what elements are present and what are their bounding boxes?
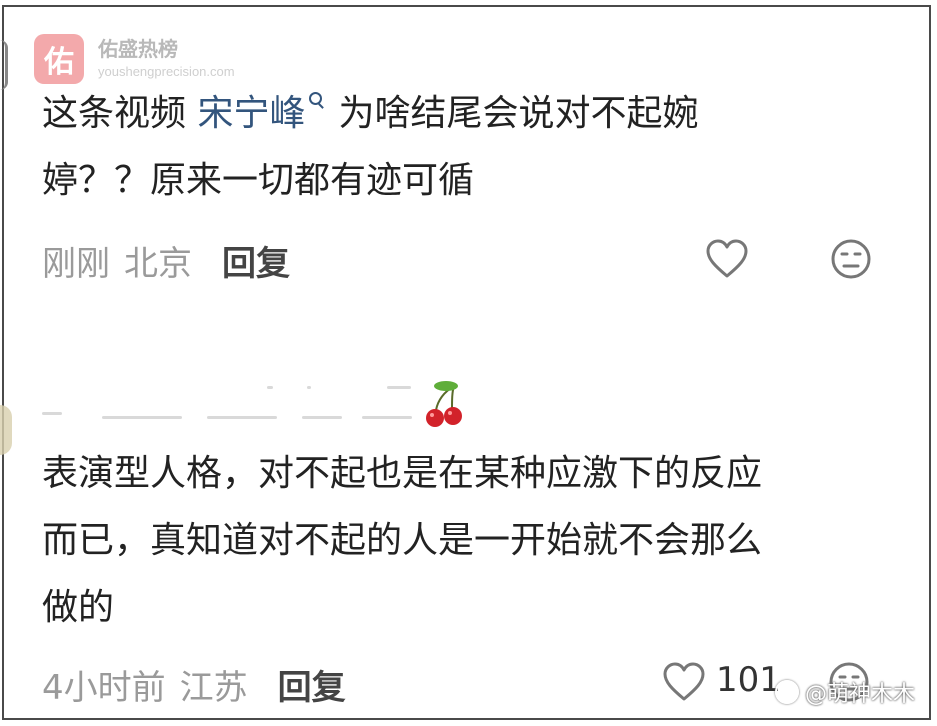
comment-1-time: 刚刚 [42, 244, 110, 284]
cherry-icon [422, 380, 466, 434]
watermark-url: youshengprecision.com [98, 64, 235, 80]
watermark-logo-icon [775, 680, 799, 704]
comment-1-line2: 婷？？原来一切都有迹可循 [42, 160, 475, 201]
comment-2-text: 表演型人格，对不起也是在某种应激下的反应 而已，真知道对不起的人是一开始就不会那… [42, 440, 902, 641]
source-watermark: 佑 佑盛热榜 youshengprecision.com [34, 34, 235, 84]
avatar-edge-2 [0, 405, 12, 455]
comment-2-line1: 表演型人格，对不起也是在某种应激下的反应 [42, 453, 763, 494]
footer-watermark: @萌神木木 [775, 676, 915, 708]
comment-1-reply-button[interactable]: 回复 [222, 236, 290, 285]
comment-1-text-before: 这条视频 [42, 93, 198, 134]
watermark-logo: 佑 [34, 34, 84, 84]
comment-2-reply-button[interactable]: 回复 [278, 660, 346, 709]
comment-2-like-count: 101 [716, 660, 781, 700]
comment-1-text-after: 为啥结尾会说对不起婉 [338, 93, 699, 134]
comment-1-text: 这条视频 宋宁峰 为啥结尾会说对不起婉 婷？？原来一切都有迹可循 [42, 80, 902, 214]
footer-watermark-text: @萌神木木 [805, 682, 916, 707]
comment-2-username-blurred [42, 376, 482, 432]
search-icon[interactable] [309, 92, 323, 105]
comment-1-meta: 刚刚 北京 回复 [42, 236, 290, 285]
neutral-face-icon[interactable] [830, 238, 872, 284]
mention-link[interactable]: 宋宁峰 [197, 93, 305, 134]
comment-2-location: 江苏 [179, 668, 248, 708]
watermark-name: 佑盛热榜 [98, 37, 178, 62]
comment-2-line2: 而已，真知道对不起的人是一开始就不会那么 [42, 520, 763, 561]
comment-2-line3: 做的 [42, 587, 115, 628]
comment-2-meta: 4小时前 江苏 回复 [42, 660, 346, 709]
comment-2-time: 4小时前 [42, 668, 166, 708]
comment-1-location: 北京 [124, 244, 192, 284]
heart-icon[interactable] [705, 238, 749, 284]
avatar-edge-1 [0, 40, 8, 90]
heart-icon[interactable] [662, 661, 706, 707]
